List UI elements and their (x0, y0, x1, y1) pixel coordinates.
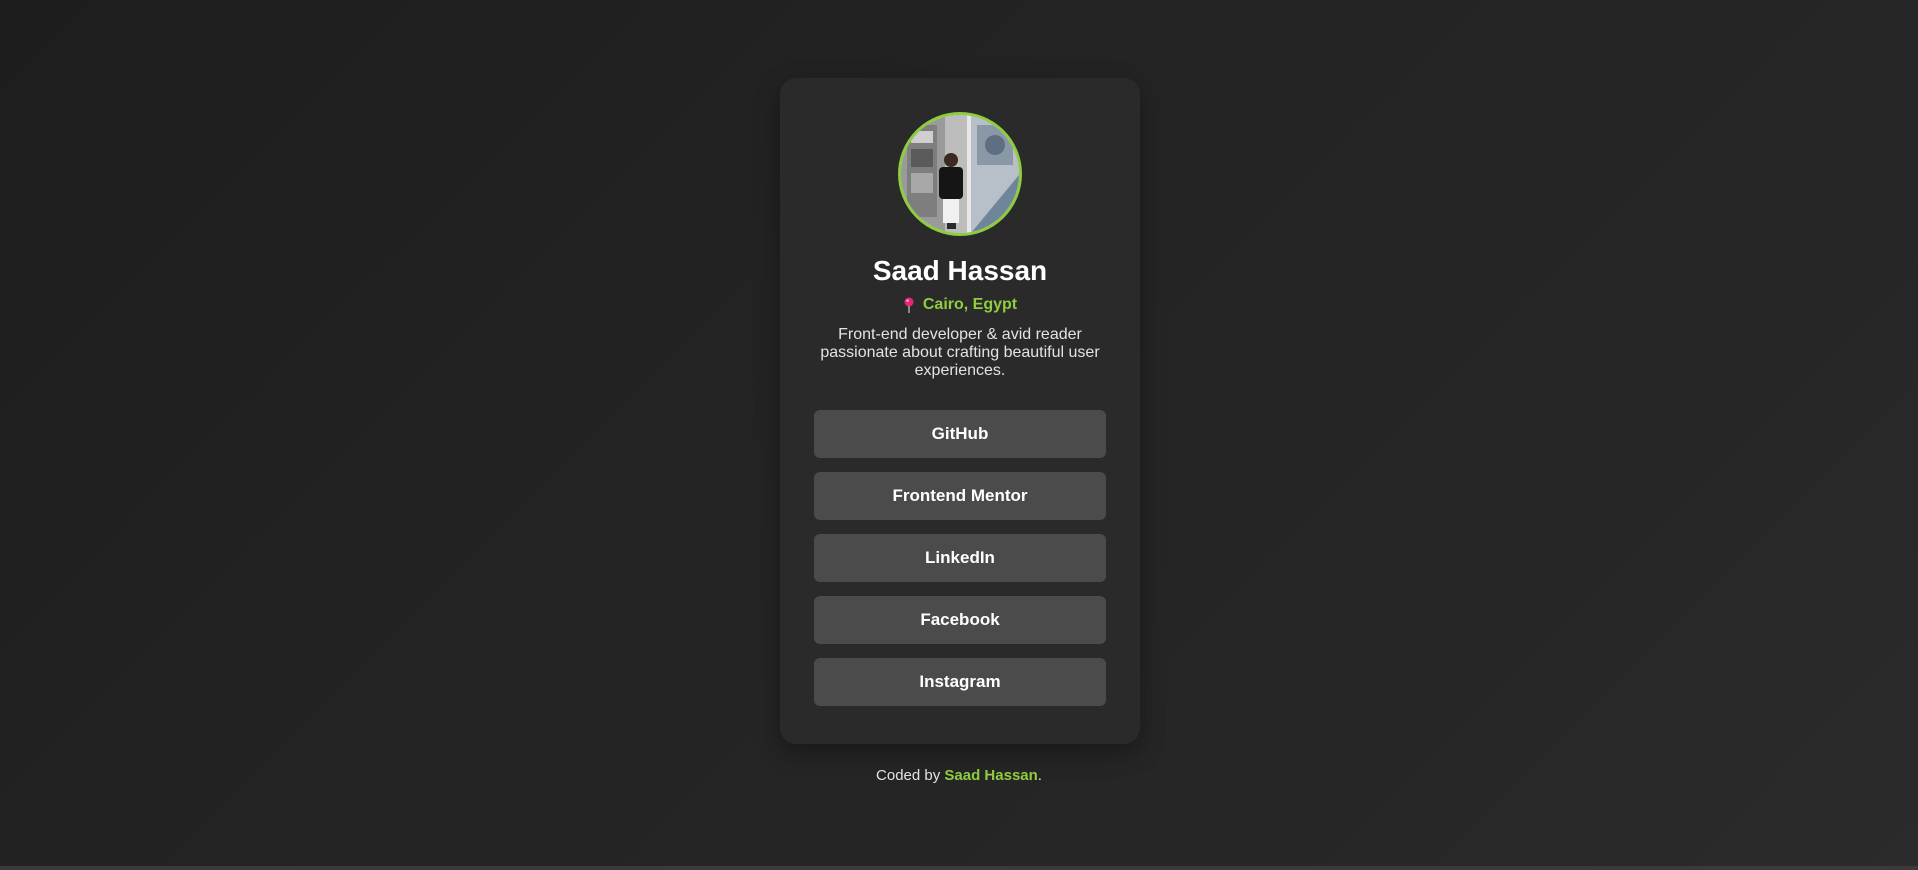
attribution-footer: Coded by Saad Hassan. (0, 766, 1918, 786)
link-facebook-button[interactable]: Facebook (814, 596, 1106, 644)
link-frontend-mentor-button[interactable]: Frontend Mentor (814, 472, 1106, 520)
link-github-button[interactable]: GitHub (814, 410, 1106, 458)
social-links: GitHub Frontend Mentor LinkedIn Facebook… (814, 410, 1106, 720)
avatar (898, 112, 1022, 236)
bottom-divider (0, 866, 1918, 870)
profile-card: Saad Hassan Cairo, Egypt Front-end devel… (780, 78, 1140, 744)
profile-bio: Front-end developer & avid reader passio… (820, 326, 1100, 379)
footer-author-link[interactable]: Saad Hassan (944, 767, 1037, 784)
location-text: Cairo, Egypt (922, 296, 1018, 313)
footer-prefix: Coded by (876, 767, 945, 784)
avatar-photo (901, 115, 1019, 233)
profile-location: Cairo, Egypt (780, 295, 1140, 315)
profile-name: Saad Hassan (872, 255, 1048, 286)
map-pin-icon (904, 297, 914, 313)
link-linkedin-button[interactable]: LinkedIn (814, 534, 1106, 582)
link-instagram-button[interactable]: Instagram (814, 658, 1106, 706)
footer-suffix: . (1037, 767, 1042, 784)
